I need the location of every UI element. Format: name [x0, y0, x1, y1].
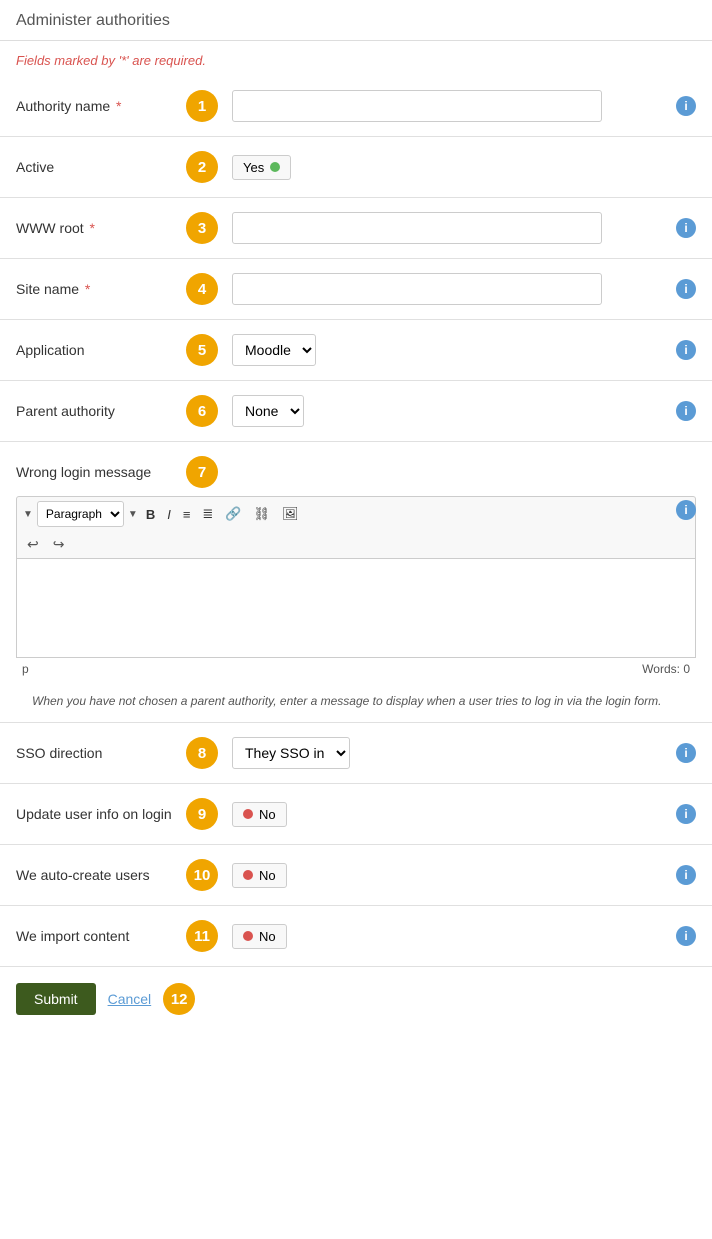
import-content-control: No: [232, 924, 666, 949]
required-note: Fields marked by '*' are required.: [0, 41, 712, 76]
wrong-login-info-icon[interactable]: i: [676, 500, 696, 520]
step-badge-7: 7: [186, 456, 218, 488]
active-toggle[interactable]: Yes: [232, 155, 291, 180]
step-badge-8: 8: [186, 737, 218, 769]
auto-create-users-row: We auto-create users 10 No i: [0, 845, 712, 906]
unordered-list-button[interactable]: ≡: [179, 505, 195, 524]
application-info-icon[interactable]: i: [676, 340, 696, 360]
sso-direction-label: SSO direction: [16, 745, 186, 761]
parent-authority-row: Parent authority 6 None i: [0, 381, 712, 442]
parent-authority-control: None: [232, 395, 666, 427]
step-badge-11: 11: [186, 920, 218, 952]
wrong-login-editor[interactable]: [16, 558, 696, 658]
authority-name-info-icon[interactable]: i: [676, 96, 696, 116]
active-control: Yes: [232, 155, 696, 180]
bold-button[interactable]: B: [142, 505, 159, 524]
authority-name-control: [232, 90, 666, 122]
italic-button[interactable]: I: [163, 505, 175, 524]
auto-create-users-dot: [243, 870, 253, 880]
redo-button[interactable]: ↪: [49, 534, 69, 555]
www-root-label: WWW root *: [16, 220, 186, 236]
step-badge-2: 2: [186, 151, 218, 183]
ordered-list-button[interactable]: ≣: [198, 504, 217, 524]
step-badge-10: 10: [186, 859, 218, 891]
submit-button[interactable]: Submit: [16, 983, 96, 1015]
chevron-down-icon: ▼: [23, 509, 33, 520]
page-title: Administer authorities: [16, 12, 696, 30]
link-button[interactable]: 🔗: [221, 504, 245, 524]
www-root-control: [232, 212, 666, 244]
editor-footer: p Words: 0: [16, 658, 696, 686]
step-badge-6: 6: [186, 395, 218, 427]
sso-direction-info-icon[interactable]: i: [676, 743, 696, 763]
parent-authority-info-icon[interactable]: i: [676, 401, 696, 421]
wrong-login-section: Wrong login message 7 ▼ Paragraph ▼ B I …: [0, 442, 712, 723]
active-toggle-dot: [270, 162, 280, 172]
application-row: Application 5 Moodle i: [0, 320, 712, 381]
sso-direction-control: They SSO in: [232, 737, 666, 769]
site-name-input[interactable]: [232, 273, 602, 305]
www-root-row: WWW root * 3 i: [0, 198, 712, 259]
step-badge-12: 12: [163, 983, 195, 1015]
unlink-button[interactable]: ⛓: [250, 504, 275, 524]
update-user-info-row: Update user info on login 9 No i: [0, 784, 712, 845]
step-badge-4: 4: [186, 273, 218, 305]
wrong-login-label-row: Wrong login message 7: [16, 456, 696, 488]
paragraph-style-select[interactable]: Paragraph: [37, 501, 124, 527]
step-badge-5: 5: [186, 334, 218, 366]
sso-direction-select[interactable]: They SSO in: [232, 737, 350, 769]
site-name-control: [232, 273, 666, 305]
action-row: Submit Cancel 12: [0, 967, 712, 1031]
www-root-info-icon[interactable]: i: [676, 218, 696, 238]
cancel-button[interactable]: Cancel: [108, 991, 152, 1007]
step-badge-9: 9: [186, 798, 218, 830]
import-content-row: We import content 11 No i: [0, 906, 712, 967]
authority-name-label: Authority name *: [16, 98, 186, 114]
editor-toolbar-row2: ↩ ↪: [16, 531, 696, 558]
update-user-info-label: Update user info on login: [16, 806, 186, 822]
parent-authority-select[interactable]: None: [232, 395, 304, 427]
authority-name-row: Authority name * 1 i: [0, 76, 712, 137]
words-count: Words: 0: [642, 662, 690, 676]
editor-container: ▼ Paragraph ▼ B I ≡ ≣ 🔗 ⛓ 🖼 ↩ ↪ p Words:…: [16, 496, 696, 686]
chevron-down-icon-2: ▼: [128, 509, 138, 520]
auto-create-users-toggle[interactable]: No: [232, 863, 287, 888]
update-user-info-dot: [243, 809, 253, 819]
editor-toolbar: ▼ Paragraph ▼ B I ≡ ≣ 🔗 ⛓ 🖼: [16, 496, 696, 531]
auto-create-users-label: We auto-create users: [16, 867, 186, 883]
step-badge-1: 1: [186, 90, 218, 122]
active-row: Active 2 Yes: [0, 137, 712, 198]
step-badge-3: 3: [186, 212, 218, 244]
update-user-info-toggle[interactable]: No: [232, 802, 287, 827]
authority-name-input[interactable]: [232, 90, 602, 122]
auto-create-users-control: No: [232, 863, 666, 888]
required-star-2: *: [86, 220, 95, 236]
site-name-label: Site name *: [16, 281, 186, 297]
import-content-dot: [243, 931, 253, 941]
editor-tag: p: [22, 662, 29, 676]
update-user-info-control: No: [232, 802, 666, 827]
image-button[interactable]: 🖼: [278, 504, 303, 524]
update-user-info-icon[interactable]: i: [676, 804, 696, 824]
sso-direction-row: SSO direction 8 They SSO in i: [0, 723, 712, 784]
required-star-3: *: [81, 281, 90, 297]
application-select[interactable]: Moodle: [232, 334, 316, 366]
import-content-info-icon[interactable]: i: [676, 926, 696, 946]
page-header: Administer authorities: [0, 0, 712, 41]
active-label: Active: [16, 159, 186, 175]
import-content-label: We import content: [16, 928, 186, 944]
auto-create-users-info-icon[interactable]: i: [676, 865, 696, 885]
required-star: *: [112, 98, 121, 114]
site-name-row: Site name * 4 i: [0, 259, 712, 320]
site-name-info-icon[interactable]: i: [676, 279, 696, 299]
import-content-toggle[interactable]: No: [232, 924, 287, 949]
parent-authority-label: Parent authority: [16, 403, 186, 419]
wrong-login-label: Wrong login message: [16, 464, 186, 480]
www-root-input[interactable]: [232, 212, 602, 244]
application-control: Moodle: [232, 334, 666, 366]
undo-button[interactable]: ↩: [23, 534, 43, 555]
wrong-login-help-text: When you have not chosen a parent author…: [16, 686, 696, 722]
application-label: Application: [16, 342, 186, 358]
